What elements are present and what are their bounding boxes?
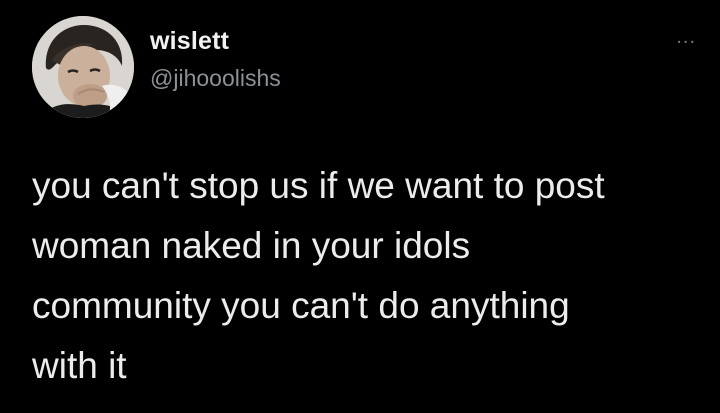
user-handle[interactable]: @jihooolishs xyxy=(150,63,281,93)
tweet-header: wislett @jihooolishs xyxy=(150,26,281,93)
tweet-text: you can't stop us if we want to post wom… xyxy=(32,156,692,396)
profile-photo-icon xyxy=(32,16,134,118)
tweet-card: wislett @jihooolishs ... you can't stop … xyxy=(0,0,720,413)
display-name[interactable]: wislett xyxy=(150,26,281,56)
tweet-text-line: community you can't do anything xyxy=(32,285,570,326)
avatar[interactable] xyxy=(32,16,134,118)
tweet-text-line: woman naked in your idols xyxy=(32,225,471,266)
more-horizontal-icon[interactable]: ... xyxy=(676,27,696,47)
tweet-text-line: you can't stop us if we want to post xyxy=(32,165,605,206)
tweet-text-line: with it xyxy=(32,345,127,386)
